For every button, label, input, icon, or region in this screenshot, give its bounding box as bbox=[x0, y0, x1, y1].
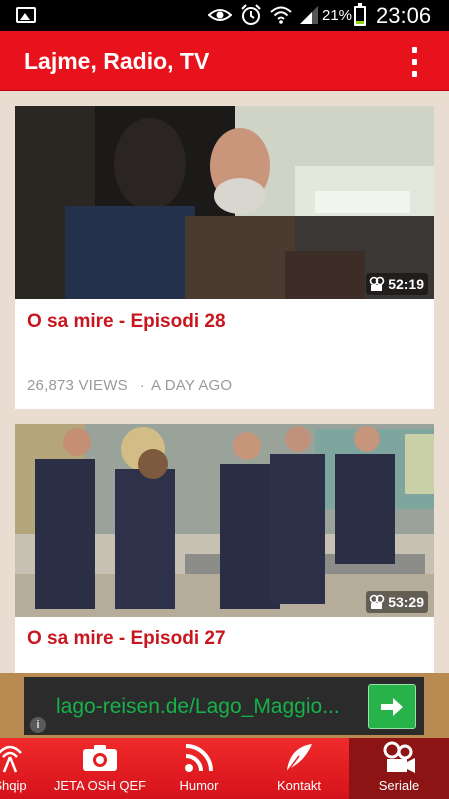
app-bar: Lajme, Radio, TV bbox=[0, 31, 449, 91]
bottom-nav: Shqip JETA OSH QEF Humor Kontakt Seriale bbox=[0, 738, 449, 799]
video-thumbnail[interactable]: 52:19 bbox=[15, 106, 434, 299]
film-camera-icon bbox=[382, 738, 416, 778]
camera-icon bbox=[82, 738, 118, 778]
video-title[interactable]: O sa mire - Episodi 28 bbox=[27, 311, 226, 333]
image-icon bbox=[16, 7, 36, 23]
film-camera-icon bbox=[369, 594, 385, 609]
wifi-icon bbox=[270, 5, 292, 25]
film-camera-icon bbox=[369, 276, 385, 291]
alarm-icon bbox=[240, 4, 262, 25]
nav-item-shqip[interactable]: Shqip bbox=[0, 738, 40, 799]
video-card[interactable]: 53:29 O sa mire - Episodi 27 bbox=[15, 424, 434, 684]
nav-item-humor[interactable]: Humor bbox=[164, 738, 234, 799]
video-thumbnail[interactable]: 53:29 bbox=[15, 424, 434, 617]
nav-item-jeta-osh-qef[interactable]: JETA OSH QEF bbox=[46, 738, 154, 799]
app-title: Lajme, Radio, TV bbox=[24, 48, 210, 74]
broadcast-icon bbox=[0, 738, 25, 778]
arrow-right-icon[interactable] bbox=[368, 684, 416, 729]
rss-icon bbox=[183, 738, 215, 778]
feather-icon bbox=[283, 738, 315, 778]
status-bar: 21% 23:06 bbox=[0, 0, 449, 31]
eye-icon bbox=[208, 5, 232, 25]
video-card[interactable]: 52:19 O sa mire - Episodi 28 26,873 VIEW… bbox=[15, 106, 434, 409]
info-icon[interactable]: i bbox=[30, 717, 46, 733]
clock: 23:06 bbox=[376, 3, 432, 28]
ad-content[interactable]: lago-reisen.de/Lago_Maggio... bbox=[24, 677, 424, 735]
overflow-menu-icon[interactable] bbox=[403, 47, 425, 77]
nav-label: Seriale bbox=[378, 778, 420, 793]
nav-item-kontakt[interactable]: Kontakt bbox=[262, 738, 336, 799]
video-meta: 26,873 VIEWS · A DAY AGO bbox=[27, 377, 232, 394]
nav-item-seriale[interactable]: Seriale bbox=[349, 738, 449, 799]
signal-icon bbox=[298, 5, 320, 25]
nav-label: JETA OSH QEF bbox=[53, 778, 147, 793]
duration-text: 52:19 bbox=[388, 276, 424, 292]
upload-age: A DAY AGO bbox=[151, 377, 233, 394]
video-duration: 53:29 bbox=[366, 591, 428, 613]
nav-label: Humor bbox=[179, 778, 219, 793]
battery-percent: 21% bbox=[322, 7, 353, 24]
nav-label: Kontakt bbox=[276, 778, 322, 793]
duration-text: 53:29 bbox=[388, 594, 424, 610]
nav-label: Shqip bbox=[0, 778, 27, 793]
ad-text[interactable]: lago-reisen.de/Lago_Maggio... bbox=[56, 695, 356, 719]
view-count: 26,873 VIEWS bbox=[27, 377, 128, 394]
meta-separator: · bbox=[139, 377, 145, 394]
ad-banner[interactable]: lago-reisen.de/Lago_Maggio... i bbox=[0, 673, 449, 738]
battery-icon bbox=[354, 3, 366, 26]
video-title[interactable]: O sa mire - Episodi 27 bbox=[27, 628, 226, 650]
video-duration: 52:19 bbox=[366, 273, 428, 295]
